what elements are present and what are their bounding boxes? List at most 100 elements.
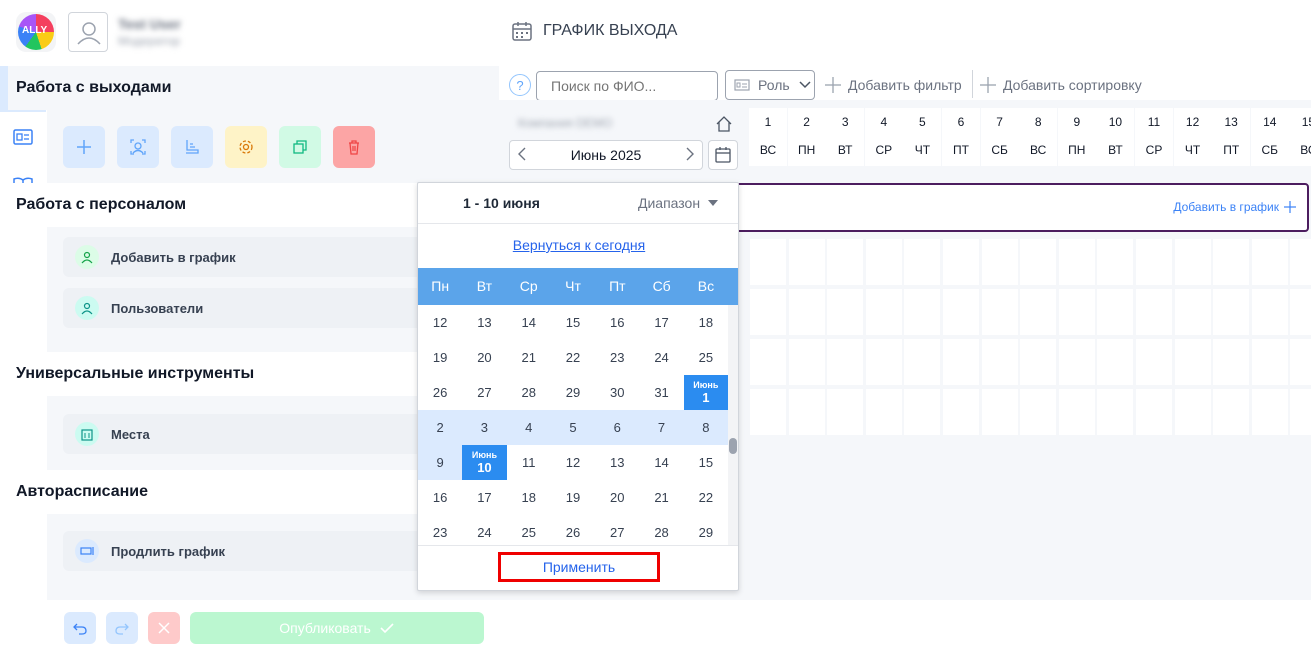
day-cell[interactable]: 27: [595, 515, 639, 545]
day-cell[interactable]: 14: [507, 305, 551, 340]
day-cell[interactable]: 15: [684, 445, 728, 480]
schedule-cell[interactable]: [1290, 239, 1311, 285]
day-column-header[interactable]: 3 ВТ: [826, 108, 865, 166]
undo-button[interactable]: [64, 612, 96, 644]
day-cell[interactable]: 26: [551, 515, 595, 545]
avatar[interactable]: [68, 12, 108, 52]
schedule-cell[interactable]: [1213, 239, 1250, 285]
schedule-cell[interactable]: [1136, 239, 1172, 285]
schedule-cell[interactable]: [1020, 389, 1057, 435]
day-cell[interactable]: 21: [639, 480, 683, 515]
day-cell[interactable]: 25: [684, 340, 728, 375]
shift-settings-button[interactable]: [225, 126, 267, 168]
day-cell[interactable]: 13: [462, 305, 506, 340]
day-cell[interactable]: 11: [507, 445, 551, 480]
day-column-header[interactable]: 11 СР: [1135, 108, 1173, 166]
schedule-cell[interactable]: [1213, 389, 1250, 435]
help-button[interactable]: ?: [509, 74, 531, 96]
schedule-cell[interactable]: [788, 239, 825, 285]
users-item[interactable]: Пользователи: [63, 288, 423, 328]
day-cell[interactable]: 16: [595, 305, 639, 340]
day-cell[interactable]: 20: [595, 480, 639, 515]
schedule-cell[interactable]: [1097, 339, 1134, 385]
next-month-button[interactable]: [684, 146, 696, 165]
day-cell[interactable]: 22: [551, 340, 595, 375]
schedule-cell[interactable]: [1020, 239, 1057, 285]
day-column-header[interactable]: 2 ПН: [787, 108, 826, 166]
day-column-header[interactable]: 7 СБ: [980, 108, 1019, 166]
schedule-cell[interactable]: [865, 339, 902, 385]
search-input[interactable]: [536, 71, 718, 101]
schedule-cell[interactable]: [904, 289, 941, 335]
day-cell[interactable]: 17: [462, 480, 506, 515]
calendar-button[interactable]: [708, 140, 738, 170]
day-cell[interactable]: 7: [639, 410, 683, 445]
range-mode-select[interactable]: Диапазон: [638, 195, 719, 211]
schedule-cell[interactable]: [943, 239, 979, 285]
prev-month-button[interactable]: [516, 146, 528, 165]
day-cell[interactable]: 12: [551, 445, 595, 480]
day-column-header[interactable]: 6 ПТ: [942, 108, 980, 166]
schedule-cell[interactable]: [865, 389, 902, 435]
schedule-cell[interactable]: [865, 239, 902, 285]
day-cell[interactable]: 4: [507, 410, 551, 445]
schedule-cell[interactable]: [1097, 239, 1134, 285]
schedule-cell[interactable]: [904, 389, 941, 435]
day-cell[interactable]: 31: [639, 375, 683, 410]
day-cell[interactable]: 13: [595, 445, 639, 480]
schedule-cell[interactable]: [788, 389, 825, 435]
day-cell[interactable]: 2: [418, 410, 462, 445]
day-cell[interactable]: 17: [639, 305, 683, 340]
assign-user-button[interactable]: [117, 126, 159, 168]
schedule-cell[interactable]: [827, 389, 864, 435]
day-column-header[interactable]: 9 ПН: [1057, 108, 1096, 166]
rail-card-button[interactable]: [0, 114, 46, 160]
day-column-header[interactable]: 5 ЧТ: [903, 108, 942, 166]
day-cell[interactable]: 19: [418, 340, 462, 375]
day-cell[interactable]: 5: [551, 410, 595, 445]
schedule-cell[interactable]: [788, 289, 825, 335]
schedule-cell[interactable]: [1097, 389, 1134, 435]
schedule-cell[interactable]: [750, 239, 786, 285]
cancel-button[interactable]: [148, 612, 180, 644]
day-cell[interactable]: 18: [507, 480, 551, 515]
schedule-cell[interactable]: [1213, 339, 1250, 385]
schedule-cell[interactable]: [1174, 339, 1211, 385]
day-cell[interactable]: 25: [507, 515, 551, 545]
extend-schedule-item[interactable]: Продлить график: [63, 531, 423, 571]
schedule-cell[interactable]: [1174, 239, 1211, 285]
schedule-cell[interactable]: [750, 389, 786, 435]
day-cell[interactable]: 24: [639, 340, 683, 375]
day-cell[interactable]: 26: [418, 375, 462, 410]
schedule-cell[interactable]: [1020, 289, 1057, 335]
schedule-cell[interactable]: [1058, 339, 1095, 385]
day-cell[interactable]: 14: [639, 445, 683, 480]
redo-button[interactable]: [106, 612, 138, 644]
schedule-cell[interactable]: [1251, 339, 1288, 385]
schedule-cell[interactable]: [1290, 289, 1311, 335]
schedule-cell[interactable]: [1136, 289, 1172, 335]
add-to-schedule-link[interactable]: Добавить в график: [1173, 200, 1297, 214]
schedule-cell[interactable]: [1058, 289, 1095, 335]
schedule-cell[interactable]: [1058, 239, 1095, 285]
day-cell[interactable]: 24: [462, 515, 506, 545]
add-filter-button[interactable]: Добавить фильтр: [824, 70, 962, 100]
schedule-cell[interactable]: [865, 289, 902, 335]
day-cell[interactable]: 18: [684, 305, 728, 340]
schedule-cell[interactable]: [1058, 389, 1095, 435]
home-button[interactable]: [714, 114, 734, 139]
day-cell[interactable]: 16: [418, 480, 462, 515]
add-sort-button[interactable]: Добавить сортировку: [979, 70, 1142, 100]
copy-button[interactable]: [279, 126, 321, 168]
calendar-scroll-thumb[interactable]: [729, 438, 737, 454]
calendar-scrollbar[interactable]: [728, 305, 738, 545]
day-cell[interactable]: 28: [507, 375, 551, 410]
back-to-today-link[interactable]: Вернуться к сегодня: [418, 237, 738, 253]
schedule-cell[interactable]: [750, 339, 786, 385]
apply-button[interactable]: Применить: [498, 552, 660, 582]
role-filter-button[interactable]: Роль: [725, 70, 815, 100]
schedule-cell[interactable]: [1290, 389, 1311, 435]
schedule-cell[interactable]: [1251, 289, 1288, 335]
schedule-cell[interactable]: [904, 339, 941, 385]
day-cell[interactable]: 3: [462, 410, 506, 445]
